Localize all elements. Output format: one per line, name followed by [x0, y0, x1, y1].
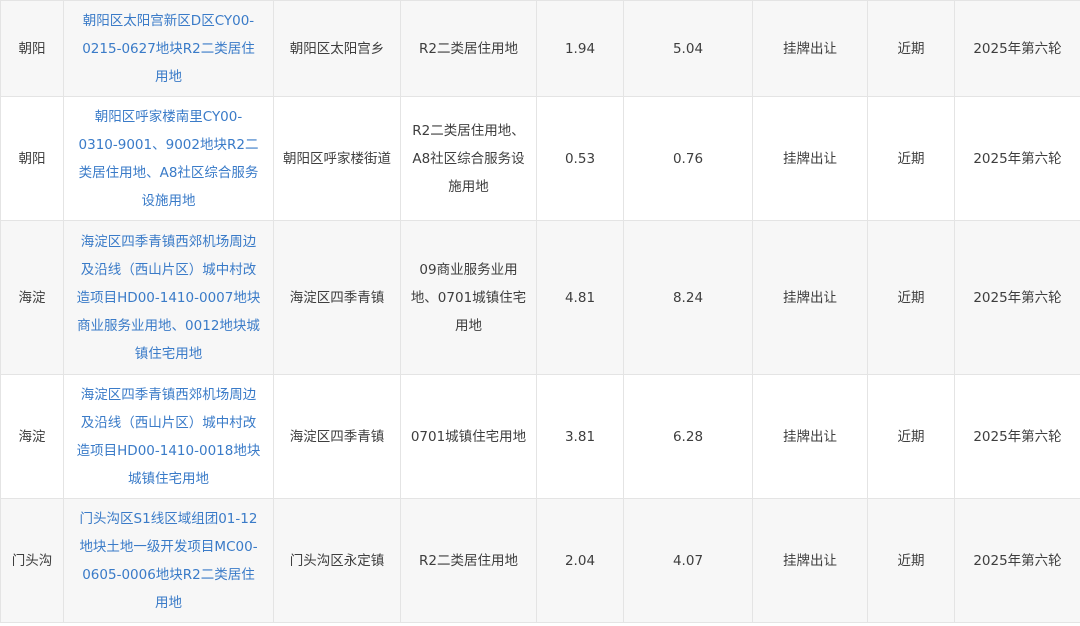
location-text: 朝阳区太阳宫乡 — [289, 40, 385, 57]
land-use-cell: R2二类居住用地、A8社区综合服务设施用地 — [400, 96, 537, 221]
parcel-name-link[interactable]: 海淀区四季青镇西郊机场周边及沿线（西山片区）城中村改造项目HD00-1410-0… — [76, 228, 261, 368]
round-text: 2025年第六轮 — [973, 428, 1062, 445]
location-text: 海淀区四季青镇 — [289, 289, 385, 306]
timing-cell: 近期 — [867, 498, 955, 623]
table-row: 朝阳 朝阳区呼家楼南里CY00-0310-9001、9002地块R2二类居住用地… — [0, 96, 1080, 221]
land-use-text: 0701城镇住宅用地 — [410, 428, 527, 445]
area-text: 1.94 — [564, 40, 596, 57]
district-cell: 海淀 — [0, 220, 64, 375]
timing-cell: 近期 — [867, 374, 955, 499]
building-area-text: 0.76 — [672, 150, 704, 167]
method-text: 挂牌出让 — [783, 150, 837, 167]
building-area-text: 5.04 — [672, 40, 704, 57]
parcel-name-cell[interactable]: 门头沟区S1线区域组团01-12地块土地一级开发项目MC00-0605-0006… — [63, 498, 274, 623]
timing-text: 近期 — [897, 289, 925, 306]
district-text: 朝阳 — [18, 150, 46, 167]
district-text: 海淀 — [18, 428, 46, 445]
table-row: 朝阳 朝阳区太阳宫新区D区CY00-0215-0627地块R2二类居住用地 朝阳… — [0, 0, 1080, 97]
parcel-name-link[interactable]: 朝阳区太阳宫新区D区CY00-0215-0627地块R2二类居住用地 — [76, 7, 261, 91]
timing-cell: 近期 — [867, 220, 955, 375]
land-use-text: R2二类居住用地 — [419, 552, 518, 569]
location-text: 海淀区四季青镇 — [289, 428, 385, 445]
land-use-text: R2二类居住用地 — [419, 40, 518, 57]
area-text: 2.04 — [564, 552, 596, 569]
method-text: 挂牌出让 — [783, 289, 837, 306]
land-use-text: 09商业服务业用地、0701城镇住宅用地 — [410, 261, 527, 334]
land-use-cell: R2二类居住用地 — [400, 0, 537, 97]
table-row: 海淀 海淀区四季青镇西郊机场周边及沿线（西山片区）城中村改造项目HD00-141… — [0, 374, 1080, 499]
round-cell: 2025年第六轮 — [954, 498, 1080, 623]
method-cell: 挂牌出让 — [752, 0, 868, 97]
land-parcel-table: 朝阳 朝阳区太阳宫新区D区CY00-0215-0627地块R2二类居住用地 朝阳… — [0, 0, 1080, 623]
timing-text: 近期 — [897, 552, 925, 569]
building-area-text: 8.24 — [672, 289, 704, 306]
district-cell: 门头沟 — [0, 498, 64, 623]
building-area-text: 6.28 — [672, 428, 704, 445]
district-text: 朝阳 — [18, 40, 46, 57]
location-text: 朝阳区呼家楼街道 — [283, 150, 391, 167]
round-text: 2025年第六轮 — [973, 40, 1062, 57]
area-cell: 2.04 — [536, 498, 624, 623]
area-text: 0.53 — [564, 150, 596, 167]
area-cell: 1.94 — [536, 0, 624, 97]
location-cell: 朝阳区呼家楼街道 — [273, 96, 401, 221]
parcel-name-cell[interactable]: 朝阳区呼家楼南里CY00-0310-9001、9002地块R2二类居住用地、A8… — [63, 96, 274, 221]
method-cell: 挂牌出让 — [752, 220, 868, 375]
district-text: 门头沟 — [11, 552, 53, 569]
location-cell: 朝阳区太阳宫乡 — [273, 0, 401, 97]
round-cell: 2025年第六轮 — [954, 96, 1080, 221]
land-use-cell: 09商业服务业用地、0701城镇住宅用地 — [400, 220, 537, 375]
method-text: 挂牌出让 — [783, 40, 837, 57]
round-text: 2025年第六轮 — [973, 289, 1062, 306]
land-use-text: R2二类居住用地、A8社区综合服务设施用地 — [412, 122, 525, 195]
area-cell: 0.53 — [536, 96, 624, 221]
district-cell: 海淀 — [0, 374, 64, 499]
area-text: 3.81 — [564, 428, 596, 445]
parcel-name-link[interactable]: 门头沟区S1线区域组团01-12地块土地一级开发项目MC00-0605-0006… — [76, 505, 261, 617]
district-cell: 朝阳 — [0, 0, 64, 97]
building-area-cell: 6.28 — [623, 374, 753, 499]
building-area-cell: 5.04 — [623, 0, 753, 97]
parcel-name-cell[interactable]: 朝阳区太阳宫新区D区CY00-0215-0627地块R2二类居住用地 — [63, 0, 274, 97]
location-cell: 海淀区四季青镇 — [273, 374, 401, 499]
parcel-name-link[interactable]: 海淀区四季青镇西郊机场周边及沿线（西山片区）城中村改造项目HD00-1410-0… — [76, 381, 261, 493]
building-area-cell: 4.07 — [623, 498, 753, 623]
round-cell: 2025年第六轮 — [954, 0, 1080, 97]
location-text: 门头沟区永定镇 — [289, 552, 385, 569]
parcel-name-cell[interactable]: 海淀区四季青镇西郊机场周边及沿线（西山片区）城中村改造项目HD00-1410-0… — [63, 374, 274, 499]
area-cell: 4.81 — [536, 220, 624, 375]
method-cell: 挂牌出让 — [752, 96, 868, 221]
district-text: 海淀 — [18, 289, 46, 306]
parcel-name-cell[interactable]: 海淀区四季青镇西郊机场周边及沿线（西山片区）城中村改造项目HD00-1410-0… — [63, 220, 274, 375]
building-area-cell: 8.24 — [623, 220, 753, 375]
area-cell: 3.81 — [536, 374, 624, 499]
round-cell: 2025年第六轮 — [954, 220, 1080, 375]
timing-cell: 近期 — [867, 0, 955, 97]
building-area-cell: 0.76 — [623, 96, 753, 221]
timing-text: 近期 — [897, 428, 925, 445]
timing-text: 近期 — [897, 40, 925, 57]
parcel-name-link[interactable]: 朝阳区呼家楼南里CY00-0310-9001、9002地块R2二类居住用地、A8… — [76, 103, 261, 215]
round-text: 2025年第六轮 — [973, 552, 1062, 569]
building-area-text: 4.07 — [672, 552, 704, 569]
timing-text: 近期 — [897, 150, 925, 167]
land-use-cell: 0701城镇住宅用地 — [400, 374, 537, 499]
location-cell: 海淀区四季青镇 — [273, 220, 401, 375]
timing-cell: 近期 — [867, 96, 955, 221]
method-cell: 挂牌出让 — [752, 498, 868, 623]
table-row: 门头沟 门头沟区S1线区域组团01-12地块土地一级开发项目MC00-0605-… — [0, 498, 1080, 623]
location-cell: 门头沟区永定镇 — [273, 498, 401, 623]
round-text: 2025年第六轮 — [973, 150, 1062, 167]
table-row: 海淀 海淀区四季青镇西郊机场周边及沿线（西山片区）城中村改造项目HD00-141… — [0, 220, 1080, 375]
district-cell: 朝阳 — [0, 96, 64, 221]
method-cell: 挂牌出让 — [752, 374, 868, 499]
method-text: 挂牌出让 — [783, 552, 837, 569]
area-text: 4.81 — [564, 289, 596, 306]
land-use-cell: R2二类居住用地 — [400, 498, 537, 623]
method-text: 挂牌出让 — [783, 428, 837, 445]
round-cell: 2025年第六轮 — [954, 374, 1080, 499]
